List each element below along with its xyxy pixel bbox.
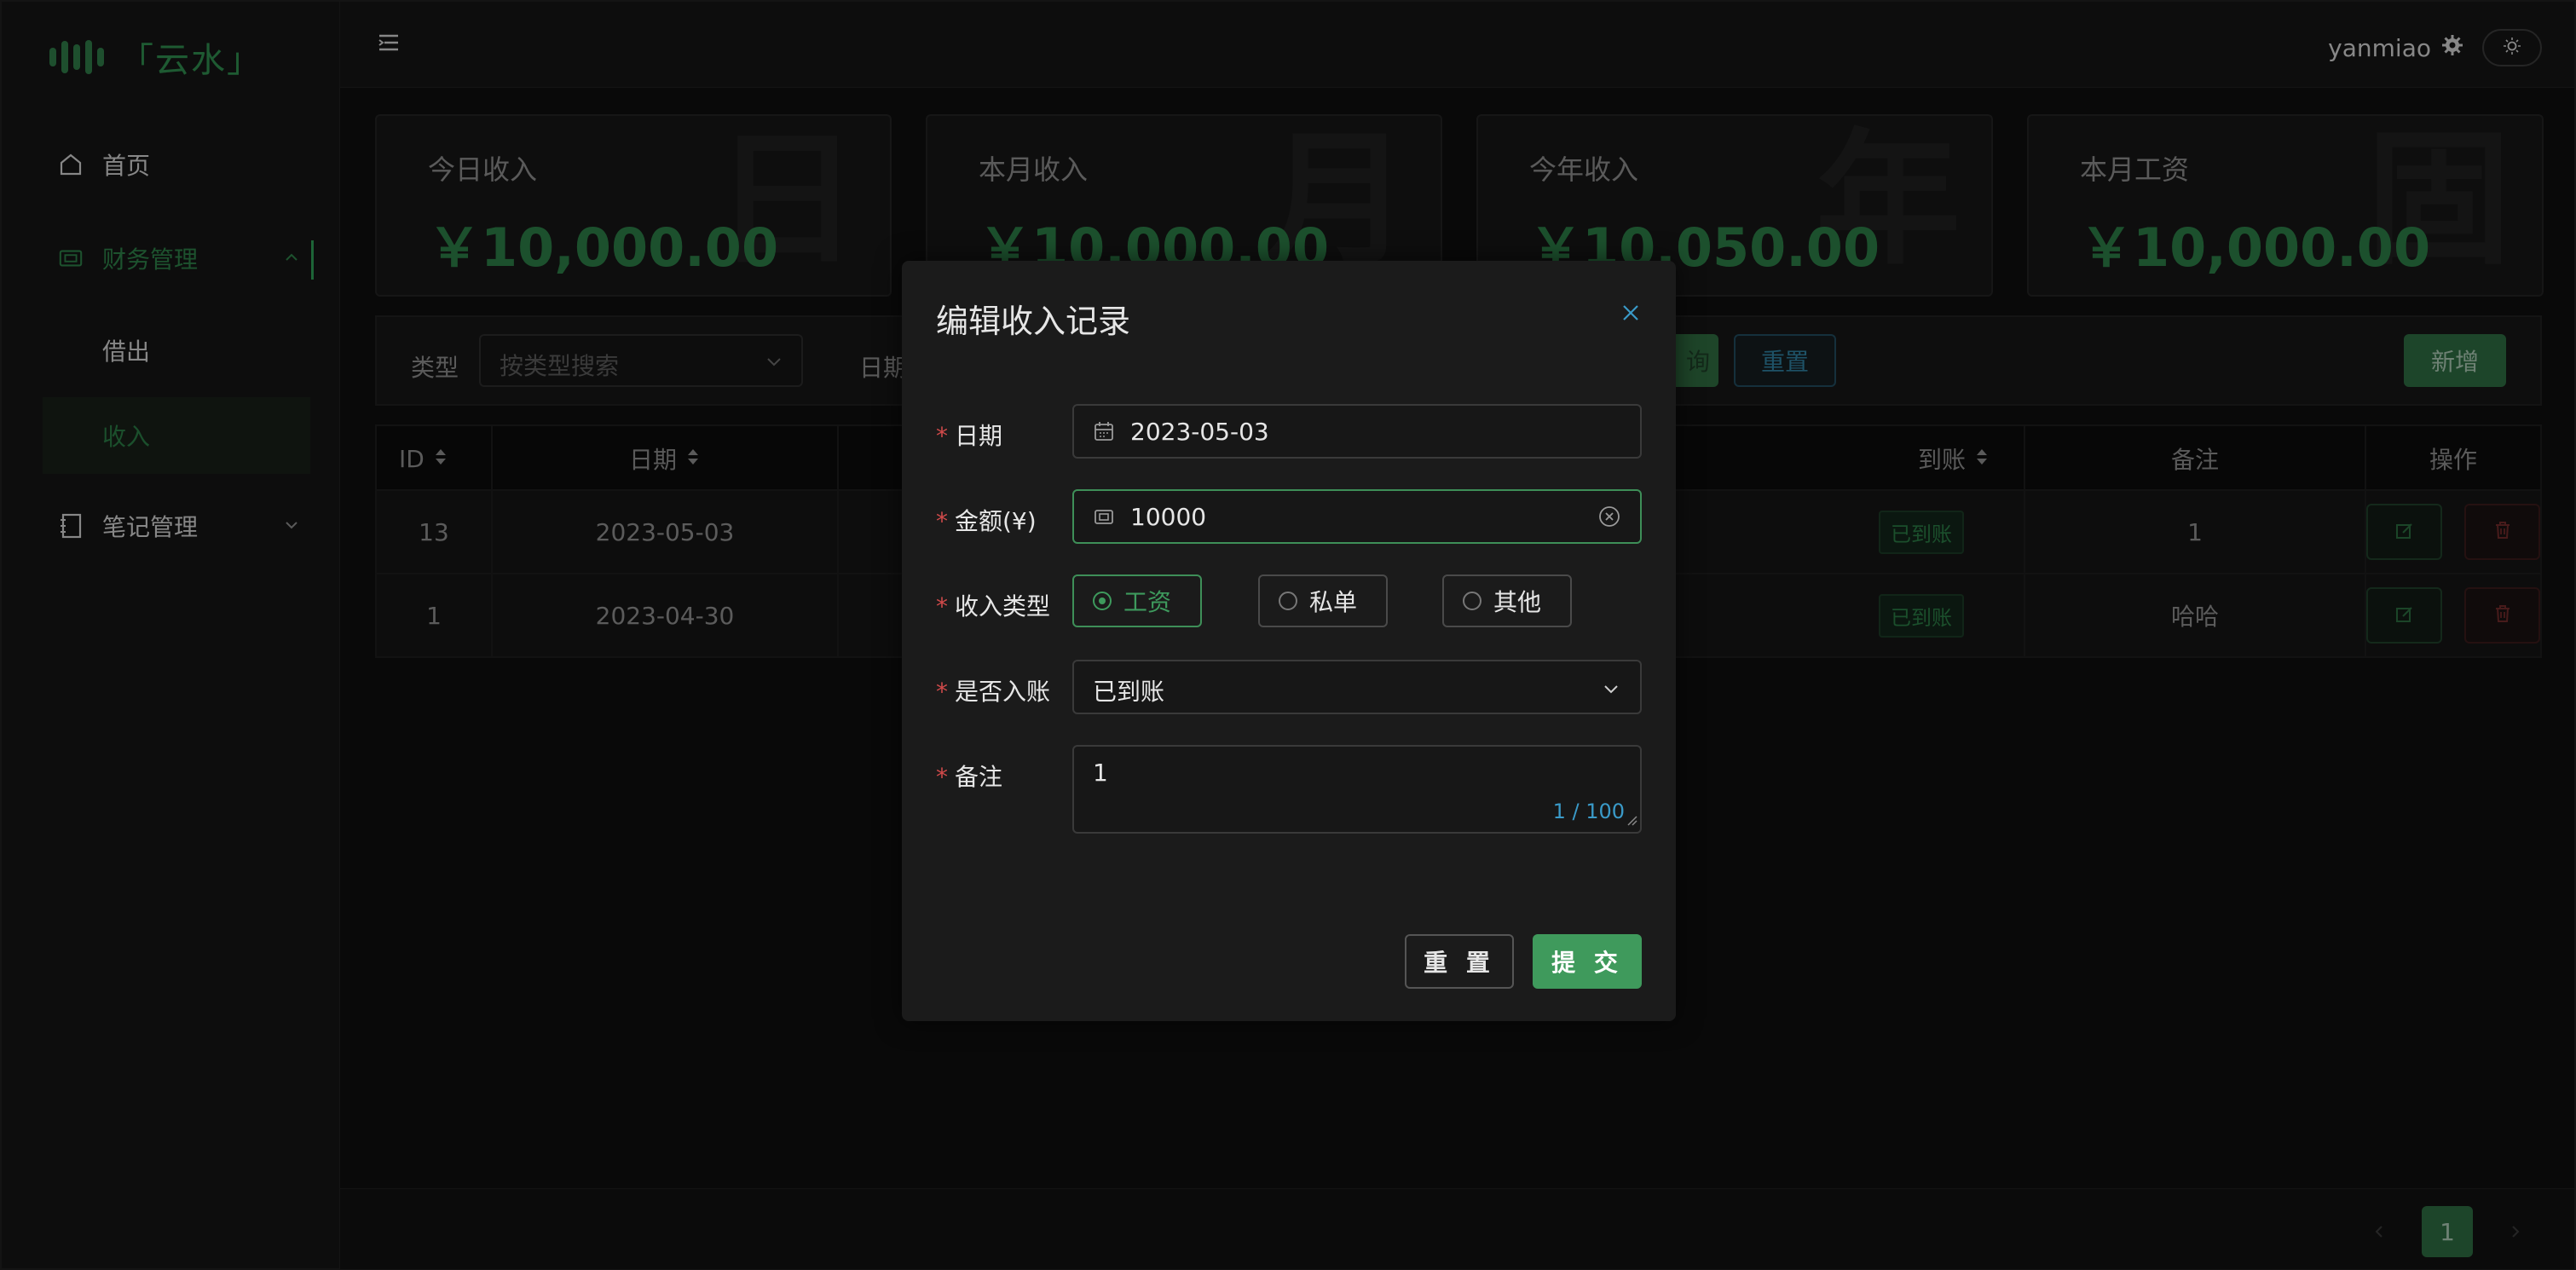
remark-value: 1: [1093, 759, 1108, 787]
radio-other[interactable]: 其他: [1442, 574, 1572, 627]
radio-dot: [1093, 592, 1112, 610]
dialog-title: 编辑收入记录: [936, 303, 1131, 340]
radio-dot: [1463, 592, 1481, 610]
date-picker[interactable]: 2023-05-03: [1072, 404, 1642, 459]
chevron-down-icon: [1601, 678, 1621, 702]
money-icon: [1093, 505, 1115, 531]
clear-icon[interactable]: [1597, 505, 1621, 532]
radio-dot: [1279, 592, 1297, 610]
close-icon: [1620, 305, 1642, 327]
booked-field-label: * 是否入账: [936, 678, 1051, 706]
char-counter: 1 / 100: [1552, 800, 1625, 823]
remark-field-label: * 备注: [936, 763, 1003, 791]
dialog-submit-button[interactable]: 提 交: [1533, 934, 1642, 989]
amount-value: 10000: [1130, 503, 1207, 531]
amount-field-label: * 金额(¥): [936, 507, 1037, 535]
date-field-label: * 日期: [936, 422, 1003, 450]
calendar-icon: [1093, 420, 1115, 446]
dialog-reset-button[interactable]: 重 置: [1405, 934, 1514, 989]
edit-income-dialog: 编辑收入记录 * 日期 2023-05-03 * 金额(¥) 10000 * 收入类型…: [902, 261, 1676, 1021]
booked-select[interactable]: 已到账: [1072, 660, 1642, 714]
radio-salary[interactable]: 工资: [1072, 574, 1202, 627]
remark-textarea[interactable]: 1 1 / 100: [1072, 745, 1642, 834]
radio-private[interactable]: 私单: [1258, 574, 1388, 627]
date-value: 2023-05-03: [1130, 418, 1269, 446]
income-type-label: * 收入类型: [936, 592, 1051, 621]
close-button[interactable]: [1620, 302, 1642, 327]
resize-handle-icon[interactable]: [1626, 814, 1638, 830]
booked-value: 已到账: [1093, 678, 1165, 706]
amount-input[interactable]: 10000: [1072, 489, 1642, 544]
